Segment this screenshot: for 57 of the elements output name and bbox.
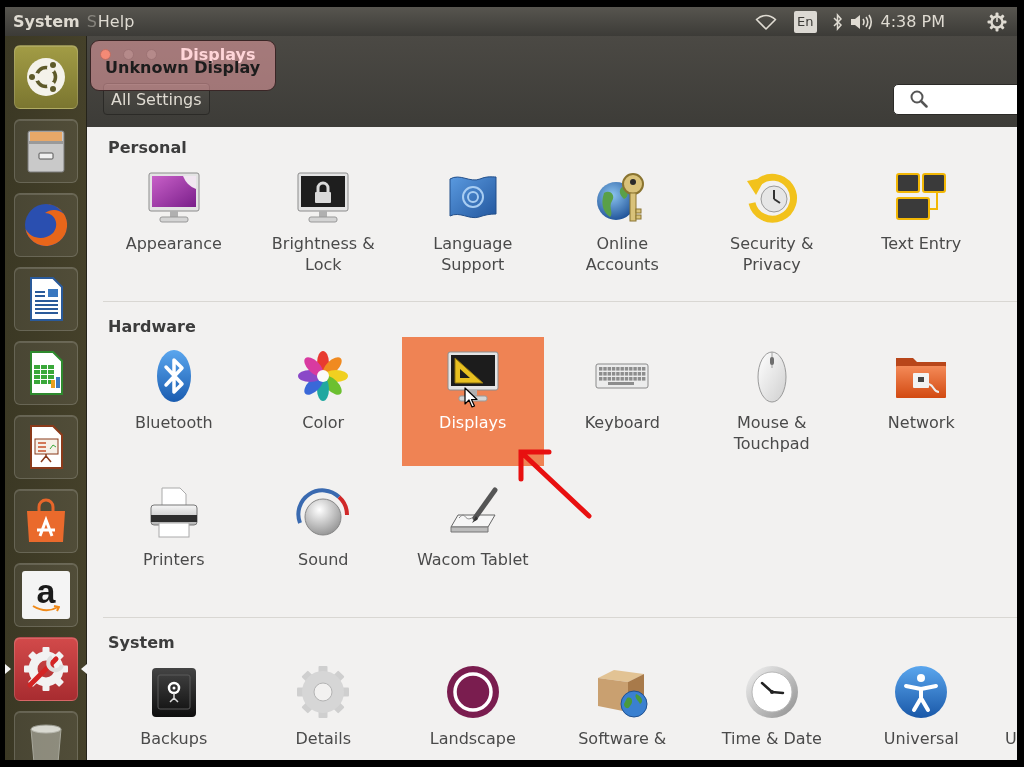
wifi-icon[interactable] bbox=[755, 13, 778, 30]
settings-item[interactable]: Network bbox=[850, 337, 993, 466]
settings-item[interactable]: Online Accounts bbox=[551, 158, 694, 287]
section-heading: Personal bbox=[107, 138, 187, 158]
launcher-button[interactable] bbox=[14, 267, 78, 331]
ring-icon bbox=[444, 664, 501, 720]
settings-item[interactable]: Keyboard bbox=[551, 337, 694, 466]
settings-item[interactable]: Software & bbox=[551, 653, 694, 760]
launcher-button[interactable] bbox=[14, 341, 78, 405]
volume-icon[interactable] bbox=[849, 13, 873, 30]
monitor-lock-icon bbox=[295, 169, 352, 225]
settings-item[interactable]: Details bbox=[252, 653, 395, 760]
settings-item[interactable]: Brightness & Lock bbox=[252, 158, 395, 287]
settings-item[interactable]: Landscape bbox=[401, 653, 544, 760]
settings-item[interactable]: Wacom Tablet bbox=[401, 474, 544, 603]
bluetooth-icon[interactable] bbox=[831, 12, 843, 31]
launcher-button[interactable] bbox=[14, 45, 78, 109]
settings-item[interactable]: U bbox=[996, 653, 1017, 749]
section-heading: Hardware bbox=[107, 317, 196, 337]
window-title: Displays bbox=[180, 44, 256, 64]
keyboard-layout-indicator[interactable]: En bbox=[794, 10, 817, 33]
back-button[interactable]: All Settings bbox=[103, 83, 210, 115]
monitor-icon bbox=[145, 169, 202, 225]
section-heading: System bbox=[107, 633, 175, 653]
gear-icon[interactable] bbox=[987, 11, 1007, 32]
settings-item[interactable]: Printers bbox=[102, 474, 245, 603]
settings-item[interactable]: Text Entry bbox=[850, 158, 993, 287]
launcher-button[interactable] bbox=[14, 711, 78, 760]
settings-item[interactable]: Sound bbox=[252, 474, 395, 603]
menu-item[interactable]: Help bbox=[97, 12, 135, 31]
settings-item[interactable]: Time & Date bbox=[700, 653, 843, 760]
settings-item[interactable]: Color bbox=[252, 337, 395, 466]
smile-arrow-icon bbox=[32, 605, 60, 613]
launcher-button[interactable] bbox=[14, 415, 78, 479]
accessibility-icon bbox=[893, 664, 950, 720]
settings-item[interactable]: Mouse & Touchpad bbox=[700, 337, 843, 466]
globe-icon bbox=[22, 201, 70, 249]
monitor-set-square-icon bbox=[444, 348, 501, 404]
launcher-button[interactable] bbox=[14, 489, 78, 553]
settings-item[interactable]: Universal bbox=[850, 653, 993, 760]
settings-item[interactable]: Appearance bbox=[102, 158, 245, 287]
store-letter: a bbox=[36, 577, 56, 605]
search-field[interactable] bbox=[893, 83, 1017, 115]
launcher-button[interactable] bbox=[14, 637, 78, 701]
clock-text[interactable]: 4:38 PM bbox=[880, 12, 945, 31]
search-icon bbox=[910, 90, 928, 108]
gear-icon bbox=[295, 664, 352, 720]
mouse-cursor-icon bbox=[464, 387, 478, 409]
settings-item[interactable]: Bluetooth bbox=[102, 337, 245, 466]
app-name: System bbox=[13, 12, 80, 31]
settings-item[interactable]: Language Support bbox=[401, 158, 544, 287]
clock-icon bbox=[743, 664, 800, 720]
settings-item[interactable]: Security & Privacy bbox=[700, 158, 843, 287]
settings-item[interactable]: Backups bbox=[102, 653, 245, 760]
launcher-button[interactable] bbox=[14, 119, 78, 183]
launcher-button[interactable]: a bbox=[14, 563, 78, 627]
gear-wrench-icon bbox=[22, 645, 70, 693]
